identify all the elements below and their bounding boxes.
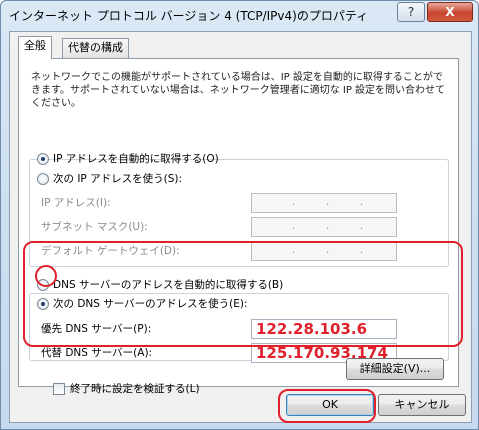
cancel-button[interactable]: キャンセル — [378, 394, 466, 416]
ip-manual-label: 次の IP アドレスを使う(S): — [53, 173, 182, 185]
ip-auto-option[interactable]: IP アドレスを自動的に取得する(O) — [37, 151, 219, 167]
dns-radio-highlight-circle — [35, 265, 57, 287]
ip-address-field: ... — [251, 193, 397, 213]
dns-highlight-box — [23, 241, 463, 347]
ip-auto-radio[interactable] — [37, 153, 49, 165]
description-text: ネットワークでこの機能がサポートされている場合は、IP 設定を自動的に取得するこ… — [31, 72, 446, 109]
subnet-mask-field: ... — [251, 217, 397, 237]
close-button[interactable]: X — [427, 2, 473, 22]
window-title: インターネット プロトコル バージョン 4 (TCP/IPv4)のプロパティ — [9, 9, 369, 23]
ip-address-label: IP アドレス(I): — [41, 197, 111, 209]
dialog-body: 全般 代替の構成 ネットワークでこの機能がサポートされている場合は、IP 設定を… — [9, 31, 472, 423]
tab-alternate-config[interactable]: 代替の構成 — [62, 38, 129, 58]
ip-auto-label: IP アドレスを自動的に取得する(O) — [53, 153, 219, 165]
tab-general[interactable]: 全般 — [18, 36, 52, 59]
advanced-button[interactable]: 詳細設定(V)... — [346, 358, 444, 380]
ip-manual-option[interactable]: 次の IP アドレスを使う(S): — [37, 171, 182, 187]
validate-on-exit-option[interactable]: 終了時に設定を検証する(L) — [53, 381, 200, 397]
ip-manual-radio[interactable] — [37, 173, 49, 185]
properties-dialog: インターネット プロトコル バージョン 4 (TCP/IPv4)のプロパティ ?… — [0, 0, 479, 430]
validate-on-exit-checkbox[interactable] — [53, 383, 65, 395]
validate-on-exit-label: 終了時に設定を検証する(L) — [70, 383, 200, 395]
ok-button-highlight-box — [278, 389, 376, 423]
help-button[interactable]: ? — [397, 2, 425, 22]
subnet-mask-label: サブネット マスク(U): — [41, 221, 148, 233]
alternate-dns-label: 代替 DNS サーバー(A): — [41, 347, 153, 359]
